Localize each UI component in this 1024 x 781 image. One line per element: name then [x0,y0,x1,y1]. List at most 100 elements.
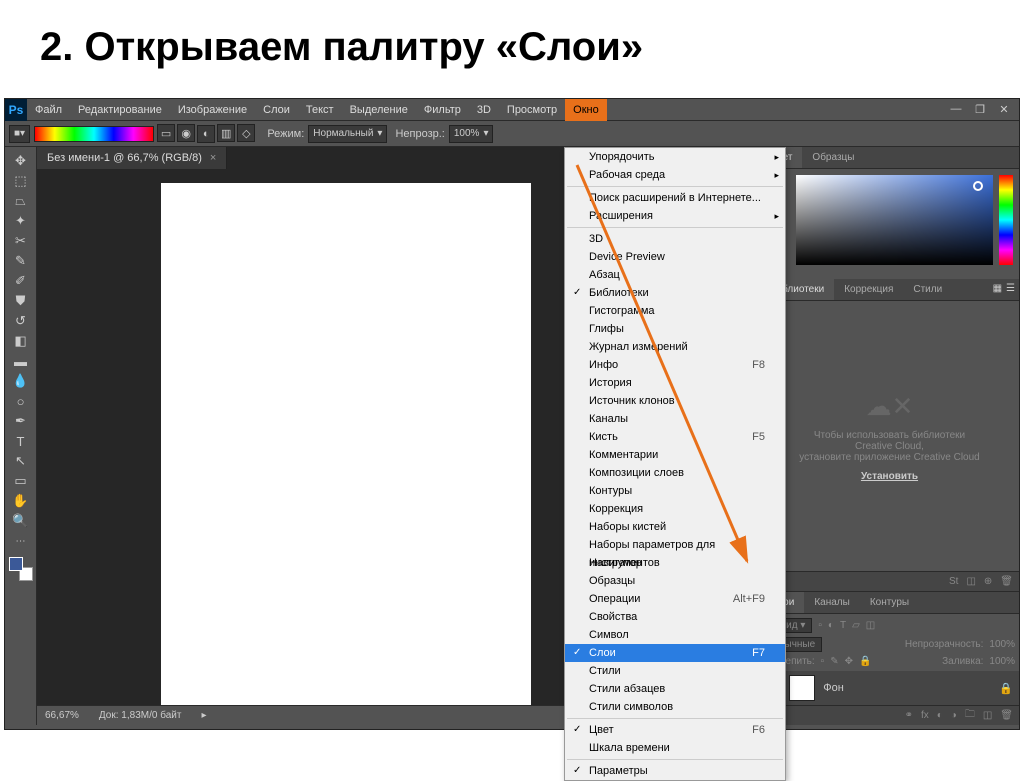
gradient-linear-icon[interactable]: ▭ [157,124,175,142]
menu-item-цвет[interactable]: ЦветF6 [565,721,785,739]
menu-item-каналы[interactable]: Каналы [565,410,785,428]
filter-type-icon[interactable]: T [840,620,846,631]
trash-icon[interactable]: 🗑 [1000,576,1013,587]
adjust-icon[interactable]: ◑ [951,710,957,721]
menu-select[interactable]: Выделение [342,99,416,121]
menu-item-поиск-расширений-в-интернете-[interactable]: Поиск расширений в Интернете... [565,189,785,207]
list-view-icon[interactable]: ☰ [1006,283,1015,296]
menu-item-шкала-времени[interactable]: Шкала времени [565,739,785,757]
move-tool-icon[interactable]: ✥ [10,151,32,171]
menu-item-журнал-измерений[interactable]: Журнал измерений [565,338,785,356]
gradient-reflect-icon[interactable]: ▥ [217,124,235,142]
menu-item-глифы[interactable]: Глифы [565,320,785,338]
menu-item-абзац[interactable]: Абзац [565,266,785,284]
mask-icon[interactable]: ◐ [937,710,943,721]
menu-text[interactable]: Текст [298,99,342,121]
filter-shape-icon[interactable]: ▱ [852,620,860,631]
menu-item-коррекция[interactable]: Коррекция [565,500,785,518]
zoom-level[interactable]: 66,67% [45,710,79,721]
menu-item-композиции-слоев[interactable]: Композиции слоев [565,464,785,482]
menu-item-параметры[interactable]: Параметры [565,762,785,780]
menu-item-стили-абзацев[interactable]: Стили абзацев [565,680,785,698]
new-layer-icon[interactable]: ◫ [983,710,992,721]
menu-item-3d[interactable]: 3D [565,230,785,248]
menu-view[interactable]: Просмотр [499,99,565,121]
hue-slider[interactable] [999,175,1013,265]
tab-paths[interactable]: Контуры [860,592,919,613]
tab-channels[interactable]: Каналы [804,592,860,613]
blur-tool-icon[interactable]: 💧 [10,371,32,391]
type-tool-icon[interactable]: T [10,431,32,451]
menu-item-гистограмма[interactable]: Гистограмма [565,302,785,320]
gradient-angle-icon[interactable]: ◐ [197,125,215,143]
color-swatches[interactable] [9,557,33,581]
menu-item-стили[interactable]: Стили [565,662,785,680]
dodge-tool-icon[interactable]: ○ [10,391,32,411]
panel-icon[interactable]: St [949,576,958,587]
status-chevron-icon[interactable]: ▸ [201,710,206,721]
layer-name[interactable]: Фон [823,682,844,694]
menu-item-кисть[interactable]: КистьF5 [565,428,785,446]
hand-tool-icon[interactable]: ✋ [10,491,32,511]
pen-tool-icon[interactable]: ✒ [10,411,32,431]
panel-icon[interactable]: ◫ [966,576,975,587]
menu-item-символ[interactable]: Символ [565,626,785,644]
layer-thumbnail[interactable] [789,675,815,701]
menu-item-наборы-кистей[interactable]: Наборы кистей [565,518,785,536]
brush-tool-icon[interactable]: ✐ [10,271,32,291]
color-field[interactable] [796,175,993,265]
menu-item-библиотеки[interactable]: Библиотеки [565,284,785,302]
layer-fill[interactable]: 100% [989,656,1015,667]
opacity-input[interactable]: 100% ▾ [449,125,494,143]
menu-layers[interactable]: Слои [255,99,298,121]
minimize-icon[interactable]: — [949,103,963,116]
filter-smart-icon[interactable]: ◫ [866,620,875,631]
gradient-tool-icon[interactable]: ▬ [10,351,32,371]
tab-close-icon[interactable]: × [210,152,216,164]
gradient-radial-icon[interactable]: ◉ [177,124,195,142]
mode-select[interactable]: Нормальный ▾ [308,125,387,143]
menu-item-рабочая-среда[interactable]: Рабочая среда [565,166,785,184]
crop-tool-icon[interactable]: ✂ [10,231,32,251]
shape-tool-icon[interactable]: ▭ [10,471,32,491]
menu-item-комментарии[interactable]: Комментарии [565,446,785,464]
tab-swatches[interactable]: Образцы [802,147,864,168]
tab-adjustments[interactable]: Коррекция [834,279,903,300]
install-link[interactable]: Установить [861,471,918,482]
menu-item-упорядочить[interactable]: Упорядочить [565,148,785,166]
menu-item-слои[interactable]: СлоиF7 [565,644,785,662]
menu-item-операции[interactable]: ОперацииAlt+F9 [565,590,785,608]
wand-tool-icon[interactable]: ✦ [10,211,32,231]
zoom-tool-icon[interactable]: 🔍 [10,511,32,531]
menu-filter[interactable]: Фильтр [416,99,469,121]
eyedropper-tool-icon[interactable]: ✎ [10,251,32,271]
menu-item-источник-клонов[interactable]: Источник клонов [565,392,785,410]
menu-item-контуры[interactable]: Контуры [565,482,785,500]
menu-item-навигатор[interactable]: Навигатор [565,554,785,572]
lasso-tool-icon[interactable]: ⏢ [10,191,32,211]
lock-all-icon[interactable]: 🔒 [859,656,871,667]
layer-row[interactable]: 👁 Фон 🔒 [760,671,1019,705]
link-icon[interactable]: ⚭ [905,710,913,721]
edit-toolbar-icon[interactable]: ⋯ [10,531,32,551]
menu-image[interactable]: Изображение [170,99,255,121]
group-icon[interactable]: 🗀 [965,707,975,724]
fx-icon[interactable]: fx [921,710,929,721]
gradient-diamond-icon[interactable]: ◇ [237,124,255,142]
menu-item-история[interactable]: История [565,374,785,392]
menu-3d[interactable]: 3D [469,99,499,121]
fg-color-swatch[interactable] [9,557,23,571]
lock-pos-icon[interactable]: ✥ [845,656,853,667]
menu-item-образцы[interactable]: Образцы [565,572,785,590]
menu-item-инфо[interactable]: ИнфоF8 [565,356,785,374]
eraser-tool-icon[interactable]: ◧ [10,331,32,351]
menu-item-свойства[interactable]: Свойства [565,608,785,626]
panel-icon[interactable]: ⊕ [984,576,992,587]
close-icon[interactable]: ✕ [997,103,1011,116]
gradient-preview[interactable] [34,126,154,142]
lock-trans-icon[interactable]: ▫ [821,656,825,667]
grid-view-icon[interactable]: ▦ [993,283,1002,296]
marquee-tool-icon[interactable]: ⬚ [10,171,32,191]
menu-item-device-preview[interactable]: Device Preview [565,248,785,266]
filter-adjust-icon[interactable]: ◐ [828,620,834,631]
